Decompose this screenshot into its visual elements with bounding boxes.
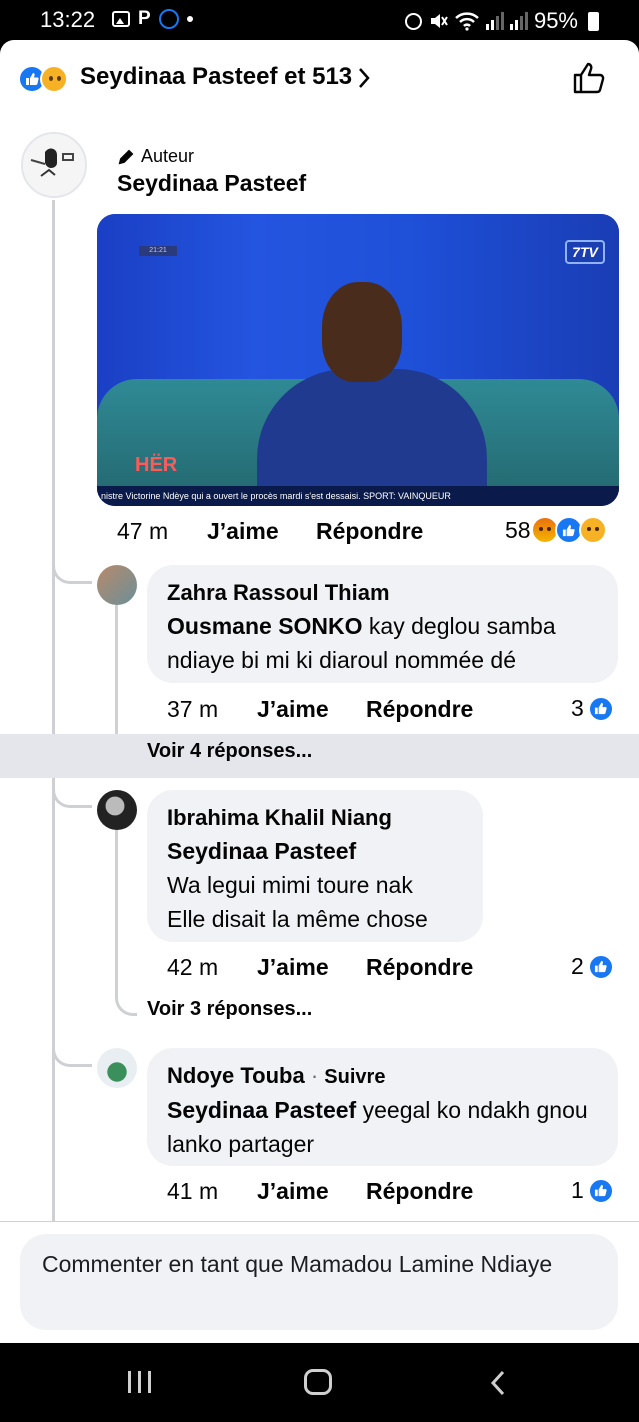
status-bar: 13:22 P 95%: [0, 0, 639, 40]
comment-like-button[interactable]: J’aime: [257, 1178, 329, 1205]
view-replies-link[interactable]: Voir 4 réponses...: [147, 740, 312, 763]
replies-highlight[interactable]: [0, 734, 639, 778]
status-left-icons: P: [112, 9, 193, 29]
back-icon[interactable]: [488, 1369, 508, 1397]
reply-connector: [115, 830, 137, 1016]
comment-author[interactable]: Zahra Rassoul Thiam: [167, 577, 598, 609]
comments-sheet: Seydinaa Pasteef et 513 Auteur Seydinaa …: [0, 40, 639, 1343]
comment-tag[interactable]: Ousmane SONKO: [167, 613, 363, 639]
comment-like-count: 1: [571, 1177, 584, 1203]
comment-reactions[interactable]: 3: [571, 695, 614, 722]
signal-icon: [485, 12, 504, 30]
comment-author[interactable]: Ndoye Touba: [167, 1063, 305, 1088]
author-badge-label: Auteur: [141, 146, 195, 166]
author-badge: Auteur: [117, 146, 194, 167]
comment-like-count: 2: [571, 953, 584, 979]
comment-time[interactable]: 37 m: [167, 696, 218, 723]
comment-like-button[interactable]: J’aime: [257, 696, 329, 723]
post-reply-button[interactable]: Répondre: [316, 518, 423, 545]
chevron-right-icon[interactable]: [357, 66, 371, 90]
comment-reply-button[interactable]: Répondre: [366, 954, 473, 981]
comment-like-button[interactable]: J’aime: [257, 954, 329, 981]
comment-tag[interactable]: Seydinaa Pasteef: [167, 834, 463, 868]
alarm-icon: [404, 12, 422, 30]
p-icon: P: [138, 8, 151, 29]
comment-time[interactable]: 42 m: [167, 954, 218, 981]
system-nav-bar: [0, 1343, 639, 1422]
author-avatar[interactable]: [21, 132, 87, 198]
author-name[interactable]: Seydinaa Pasteef: [117, 170, 306, 197]
thread-line-main: [52, 200, 55, 1221]
call-icon: [158, 9, 179, 29]
post-time[interactable]: 47 m: [117, 518, 168, 545]
composer-divider: [0, 1221, 639, 1222]
sad-icon: [578, 516, 607, 544]
wifi-icon: [455, 12, 479, 31]
comment-body: Wa legui mimi toure nak: [167, 872, 413, 898]
signal-icon: [509, 12, 528, 30]
video-clock: 21:21: [139, 246, 177, 256]
comment-text: Ousmane SONKO kay deglou samba ndiaye bi…: [167, 609, 598, 677]
pencil-icon: [118, 149, 134, 164]
thread-connector: [52, 540, 92, 584]
like-icon: [587, 1177, 614, 1204]
thread-connector: [52, 1022, 92, 1067]
recents-icon[interactable]: [128, 1371, 151, 1393]
comment-input[interactable]: Commenter en tant que Mamadou Lamine Ndi…: [20, 1234, 618, 1330]
commenter-avatar[interactable]: [97, 1048, 137, 1088]
post-like-button[interactable]: J’aime: [207, 518, 279, 545]
follow-separator: ·: [310, 1063, 319, 1088]
comment-body: Elle disait la même chose: [167, 906, 428, 932]
follow-button[interactable]: Suivre: [324, 1066, 385, 1088]
comment-reactions[interactable]: 1: [571, 1177, 614, 1204]
status-time: 13:22: [40, 7, 96, 32]
reactions-summary[interactable]: [18, 64, 78, 94]
status-right-icons: 95%: [404, 8, 599, 34]
post-reactions[interactable]: 58: [505, 516, 607, 544]
comment-text: Seydinaa Pasteef yeegal ko ndakh gnou la…: [167, 1093, 598, 1161]
comment-author[interactable]: Ibrahima Khalil Niang: [167, 802, 463, 834]
battery-icon: [588, 11, 599, 31]
news-ticker: nistre Victorine Ndèye qui a ouvert le p…: [97, 486, 619, 506]
show-label: HËR: [135, 454, 178, 476]
video-person-head: [322, 282, 402, 382]
comment-author-row: Ndoye Touba · Suivre: [167, 1060, 598, 1093]
mute-icon: [430, 14, 448, 28]
home-icon[interactable]: [304, 1369, 332, 1395]
comment-tag[interactable]: Seydinaa Pasteef: [167, 1097, 356, 1123]
sad-icon: [40, 65, 68, 93]
comment-reply-button[interactable]: Répondre: [366, 1178, 473, 1205]
battery-percent: 95%: [533, 8, 578, 33]
commenter-avatar[interactable]: [97, 790, 137, 830]
comment-like-count: 3: [571, 695, 584, 721]
video-attachment[interactable]: 21:21 7TV HËR nistre Victorine Ndèye qui…: [97, 214, 619, 506]
like-icon: [587, 953, 614, 980]
comment-bubble[interactable]: Ibrahima Khalil Niang Seydinaa Pasteef W…: [147, 790, 483, 942]
dot-icon: [186, 16, 193, 22]
comment-reply-button[interactable]: Répondre: [366, 696, 473, 723]
channel-logo: 7TV: [565, 240, 605, 264]
sheet-header: Seydinaa Pasteef et 513: [0, 40, 639, 118]
reactions-title[interactable]: Seydinaa Pasteef et 513: [80, 63, 352, 91]
post-reaction-count: 58: [505, 516, 531, 543]
comment-bubble[interactable]: Ndoye Touba · Suivre Seydinaa Pasteef ye…: [147, 1048, 618, 1166]
comment-bubble[interactable]: Zahra Rassoul Thiam Ousmane SONKO kay de…: [147, 565, 618, 683]
image-icon: [112, 11, 130, 27]
like-icon: [587, 695, 614, 722]
commenter-avatar[interactable]: [97, 565, 137, 605]
view-replies-link[interactable]: Voir 3 réponses...: [147, 998, 312, 1021]
comment-time[interactable]: 41 m: [167, 1178, 218, 1205]
thumbs-up-outline-icon[interactable]: [571, 60, 607, 96]
comment-reactions[interactable]: 2: [571, 953, 614, 980]
